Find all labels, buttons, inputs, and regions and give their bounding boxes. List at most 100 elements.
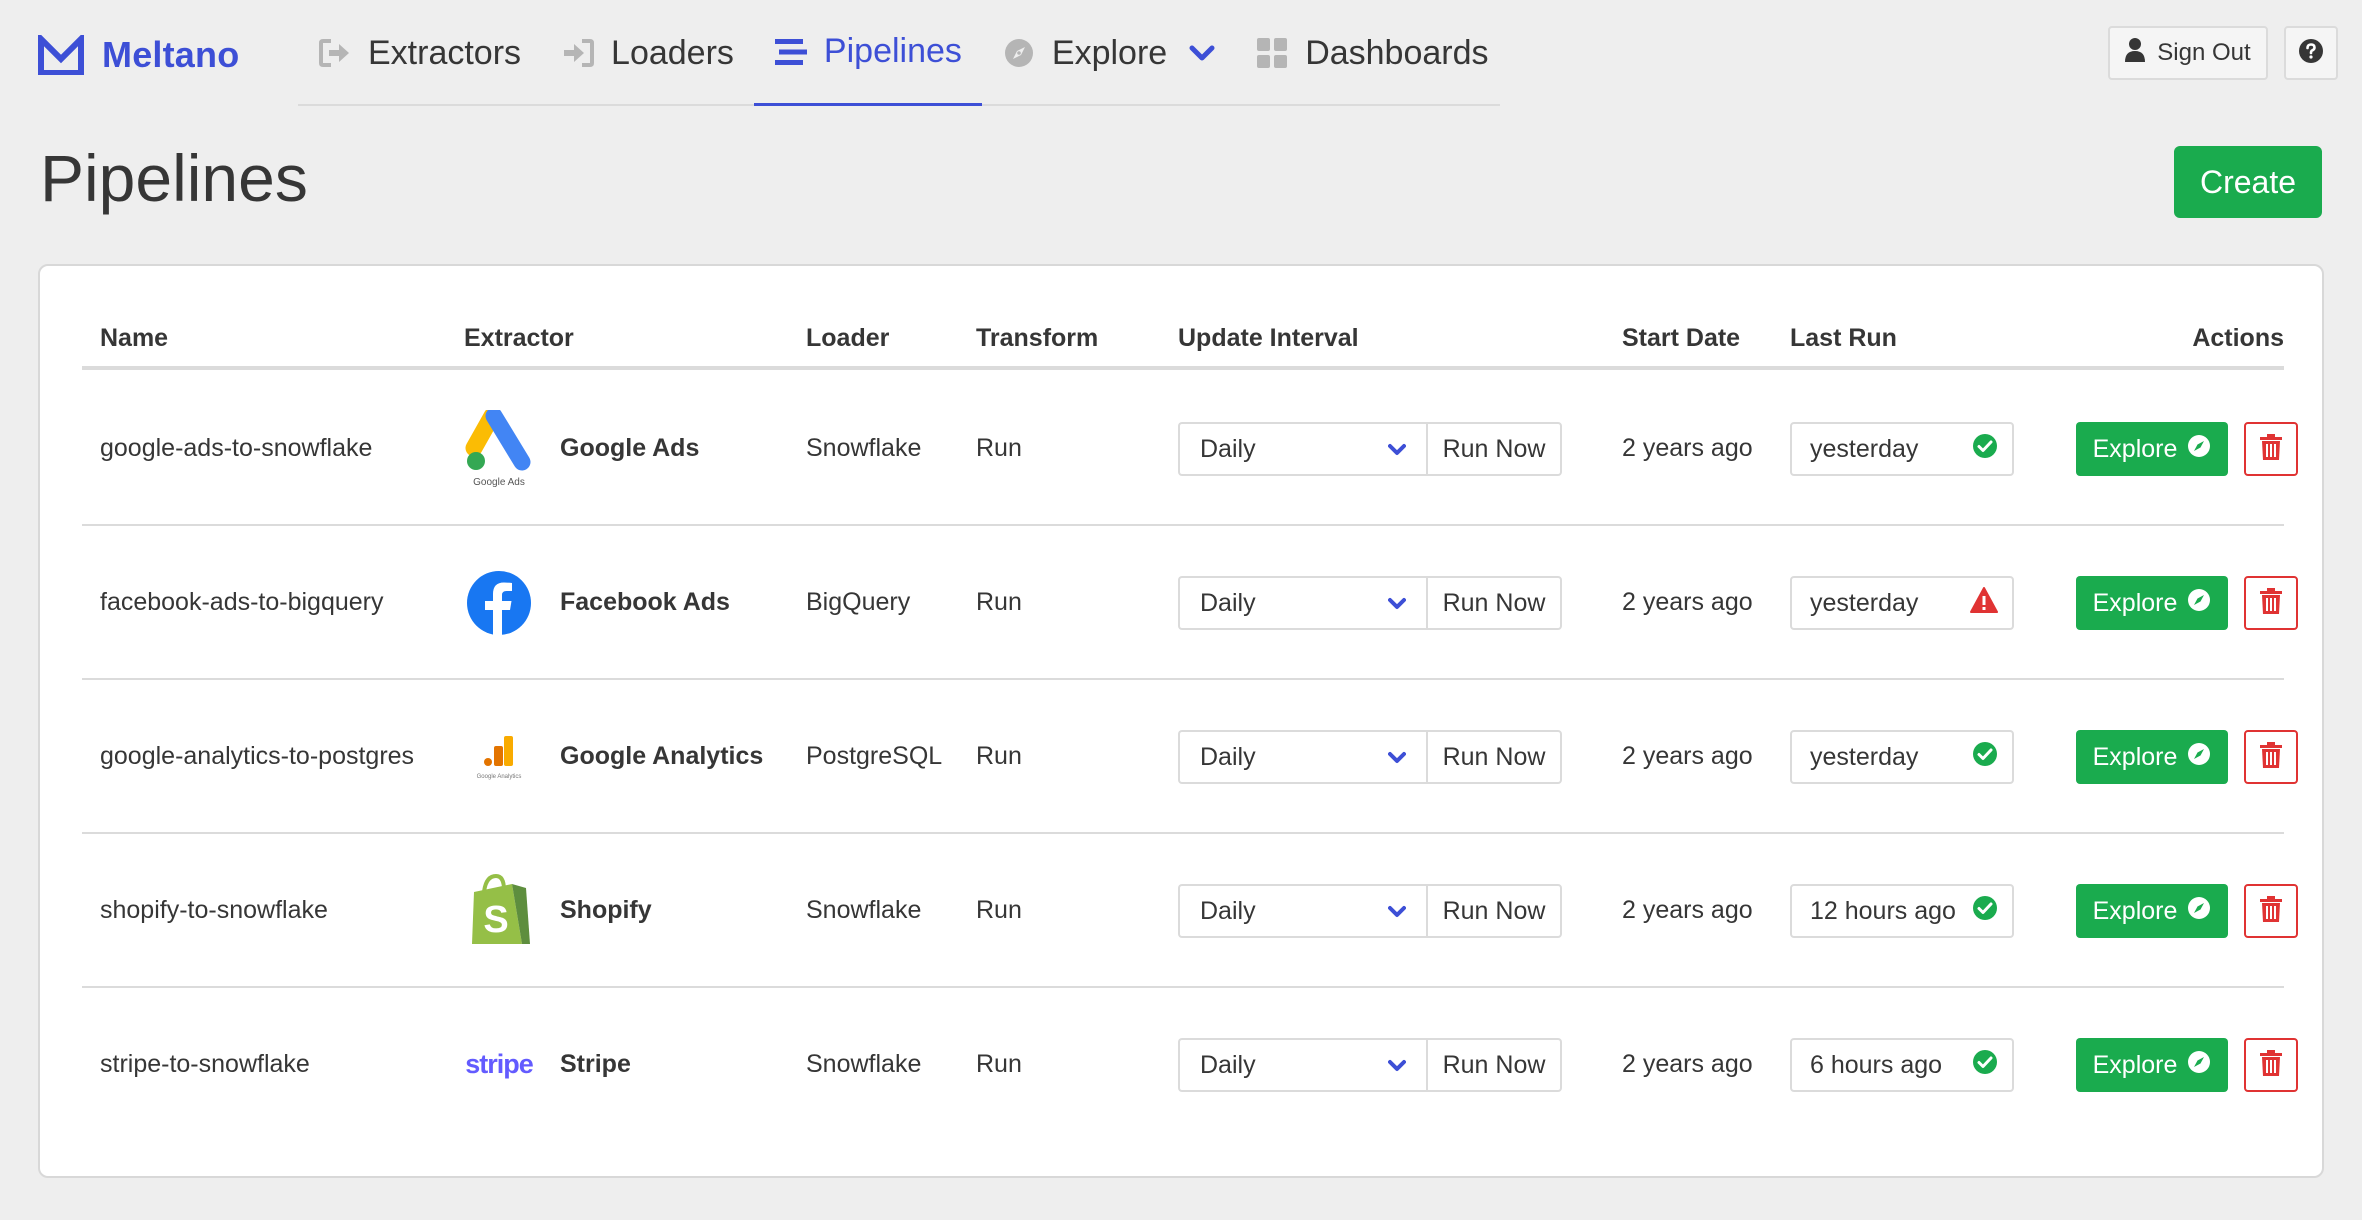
table-row: stripe-to-snowflake stripe Stripe Snowfl…: [82, 988, 2298, 1142]
pipeline-name: facebook-ads-to-bigquery: [100, 588, 384, 616]
google-analytics-logo-icon: Google Analytics: [477, 736, 521, 780]
svg-text:stripe: stripe: [465, 1049, 534, 1079]
column-header-extractor: Extractor: [464, 324, 574, 352]
update-interval-group: Daily Run Now: [1178, 884, 1562, 938]
svg-text:S: S: [483, 899, 508, 941]
trash-icon: [2260, 1049, 2282, 1081]
brand-name: Meltano: [102, 34, 240, 75]
last-run-value: yesterday: [1810, 588, 1919, 617]
compass-icon: [1002, 36, 1036, 70]
extractor-logo: Google Ads: [464, 410, 534, 488]
last-run-field[interactable]: yesterday: [1790, 730, 2014, 784]
run-now-button[interactable]: Run Now: [1426, 422, 1562, 476]
extractor-name: Google Ads: [560, 434, 700, 462]
explore-button[interactable]: Explore: [2076, 1038, 2228, 1092]
navbar: Meltano Extractors Loaders Pipelines Exp…: [0, 0, 2362, 106]
explore-button[interactable]: Explore: [2076, 884, 2228, 938]
explore-label: Explore: [2092, 434, 2178, 463]
last-run-value: yesterday: [1810, 434, 1919, 463]
transform-value: Run: [976, 588, 1022, 616]
loader-name: Snowflake: [806, 1050, 922, 1078]
run-now-button[interactable]: Run Now: [1426, 576, 1562, 630]
delete-button[interactable]: [2244, 884, 2298, 938]
extractor-name: Stripe: [560, 1050, 631, 1078]
extractor-name: Google Analytics: [560, 742, 764, 770]
facebook-logo-icon: [467, 571, 531, 636]
update-interval-group: Daily Run Now: [1178, 422, 1562, 476]
compass-icon: [2187, 742, 2211, 773]
last-run-value: 12 hours ago: [1810, 896, 1956, 925]
explore-button[interactable]: Explore: [2076, 730, 2228, 784]
transform-value: Run: [976, 742, 1022, 770]
table-row: google-analytics-to-postgres Google Anal…: [82, 680, 2298, 834]
loader-name: Snowflake: [806, 434, 922, 462]
start-date: 2 years ago: [1622, 1050, 1753, 1078]
column-header-start-date: Start Date: [1622, 324, 1741, 352]
explore-label: Explore: [2092, 1050, 2178, 1079]
table-row: facebook-ads-to-bigquery Facebook Ads Bi…: [82, 526, 2298, 680]
sign-out-button[interactable]: Sign Out: [2108, 26, 2268, 80]
create-button[interactable]: Create: [2174, 146, 2322, 218]
last-run-field[interactable]: yesterday: [1790, 576, 2014, 630]
tab-label: Explore: [1051, 33, 1168, 72]
tab-dashboards[interactable]: Dashboards: [1235, 0, 1508, 106]
delete-button[interactable]: [2244, 576, 2298, 630]
help-button[interactable]: [2284, 26, 2338, 80]
explore-button[interactable]: Explore: [2076, 422, 2228, 476]
main-tabs: Extractors Loaders Pipelines Explore Das…: [298, 0, 1500, 106]
last-run-field[interactable]: 6 hours ago: [1790, 1038, 2014, 1092]
run-now-button[interactable]: Run Now: [1426, 884, 1562, 938]
delete-button[interactable]: [2244, 422, 2298, 476]
interval-value: Daily: [1200, 896, 1256, 925]
sign-out-label: Sign Out: [2157, 39, 2251, 66]
start-date: 2 years ago: [1622, 434, 1753, 462]
interval-select[interactable]: Daily: [1178, 730, 1426, 784]
column-header-last-run: Last Run: [1790, 324, 1897, 352]
table-row: shopify-to-snowflake S Shopify Snowflake…: [82, 834, 2298, 988]
delete-button[interactable]: [2244, 730, 2298, 784]
pipelines-table-card: Name Extractor Loader Transform Update I…: [38, 264, 2324, 1178]
update-interval-group: Daily Run Now: [1178, 576, 1562, 630]
sign-in-icon: [561, 36, 595, 70]
brand-logo[interactable]: Meltano: [38, 30, 239, 80]
run-now-button[interactable]: Run Now: [1426, 1038, 1562, 1092]
interval-value: Daily: [1200, 742, 1256, 771]
tab-label: Loaders: [611, 33, 734, 72]
column-header-update-interval: Update Interval: [1178, 324, 1359, 352]
chevron-down-icon: [1388, 589, 1406, 618]
table-row: google-ads-to-snowflake Google Ads Googl…: [82, 372, 2298, 526]
google-ads-logo-icon: Google Ads: [465, 410, 531, 488]
start-date: 2 years ago: [1622, 588, 1753, 616]
check-circle-icon: [1972, 433, 1998, 466]
chevron-down-icon: [1388, 1051, 1406, 1080]
tab-extractors[interactable]: Extractors: [298, 0, 541, 106]
extractor-name: Facebook Ads: [560, 588, 730, 616]
interval-select[interactable]: Daily: [1178, 422, 1426, 476]
tab-loaders[interactable]: Loaders: [541, 0, 754, 106]
th-large-icon: [1255, 36, 1289, 70]
page-title: Pipelines: [40, 141, 308, 215]
interval-value: Daily: [1200, 588, 1256, 617]
interval-select[interactable]: Daily: [1178, 884, 1426, 938]
last-run-field[interactable]: 12 hours ago: [1790, 884, 2014, 938]
chevron-down-icon: [1388, 743, 1406, 772]
extractor-logo: stripe: [464, 1030, 534, 1100]
extractor-logo: Google Analytics: [464, 722, 534, 792]
meltano-logo-icon: [38, 35, 84, 75]
trash-icon: [2260, 433, 2282, 465]
last-run-field[interactable]: yesterday: [1790, 422, 2014, 476]
trash-icon: [2260, 895, 2282, 927]
tab-label: Pipelines: [823, 32, 962, 70]
tab-explore[interactable]: Explore: [982, 0, 1235, 106]
explore-button[interactable]: Explore: [2076, 576, 2228, 630]
interval-select[interactable]: Daily: [1178, 1038, 1426, 1092]
delete-button[interactable]: [2244, 1038, 2298, 1092]
transform-value: Run: [976, 896, 1022, 924]
tab-pipelines[interactable]: Pipelines: [753, 0, 982, 106]
tab-label: Extractors: [368, 33, 522, 72]
interval-select[interactable]: Daily: [1178, 576, 1426, 630]
run-now-button[interactable]: Run Now: [1426, 730, 1562, 784]
transform-value: Run: [976, 1050, 1022, 1078]
interval-value: Daily: [1200, 1050, 1256, 1079]
pipeline-name: stripe-to-snowflake: [100, 1050, 310, 1078]
